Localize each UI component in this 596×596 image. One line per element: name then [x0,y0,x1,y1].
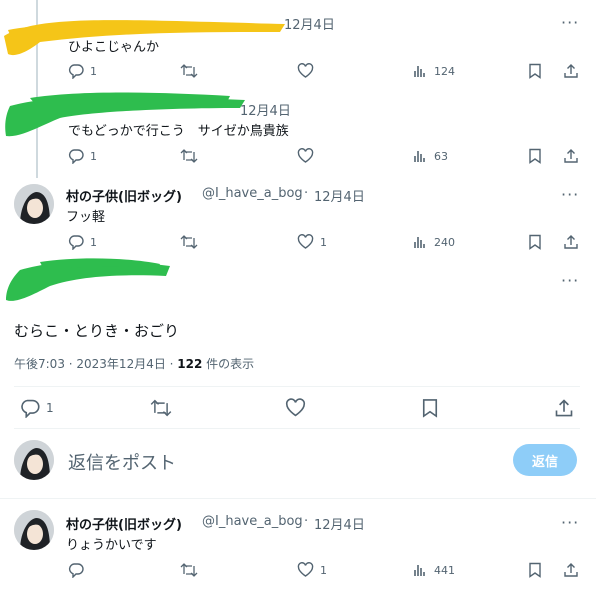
more-options-icon[interactable]: ··· [561,15,579,31]
like-count: 1 [320,235,327,249]
tweet-date[interactable]: 12月4日 [240,100,291,119]
redaction-scribble-green [6,258,170,301]
heart-icon [297,234,314,249]
repost-action[interactable] [180,234,198,250]
reply-icon [68,64,84,79]
avatar-image [14,440,54,480]
avatar[interactable] [14,440,54,480]
like-count: 1 [320,563,327,577]
tweet-text: りょうかいです [66,538,157,553]
bookmark-icon[interactable] [527,234,543,250]
reply-icon [68,563,84,578]
timestamp[interactable]: 午後7:03 · 2023年12月4日 · [14,357,177,371]
tweet-text: ひよこじゃんか [68,40,160,55]
repost-icon [180,64,198,78]
main-tweet-meta: 午後7:03 · 2023年12月4日 · 122 件の表示 [14,355,254,372]
views-action[interactable]: 124 [412,63,455,79]
bookmark-icon[interactable] [527,148,543,164]
more-options-icon[interactable]: ··· [561,515,579,531]
reply-count: 1 [90,64,97,78]
bookmark-icon[interactable] [527,63,543,79]
reply-icon [21,399,40,418]
view-count: 124 [434,64,455,78]
reply-action[interactable]: 1 [68,63,97,79]
divider [14,428,580,429]
share-icon[interactable] [563,63,579,79]
like-action[interactable] [297,148,314,164]
like-action[interactable] [297,63,314,79]
reply-action[interactable] [68,562,84,578]
tweet-text: でもどっかで行こう サイゼか鳥貴族 [68,124,289,139]
views-icon [414,66,425,77]
view-count: 441 [434,563,455,577]
share-icon[interactable] [563,234,579,250]
avatar-image [14,510,54,550]
like-action[interactable]: 1 [297,234,327,250]
avatar[interactable] [14,184,54,224]
display-name[interactable]: 村の子供(旧ボッグ) [66,514,182,533]
repost-action[interactable] [180,562,198,578]
avatar-image [14,184,54,224]
views-icon [414,565,425,576]
divider [14,386,580,387]
views-action[interactable]: 63 [412,148,448,164]
views-action[interactable]: 441 [412,562,455,578]
views-icon [414,151,425,162]
reply-action[interactable]: 1 [68,148,97,164]
like-action[interactable]: 1 [297,562,327,578]
share-icon[interactable] [563,562,579,578]
tweet-date[interactable]: 12月4日 [284,14,335,33]
user-handle[interactable]: @I_have_a_bog [202,514,303,529]
share-icon[interactable] [563,148,579,164]
views-label: 件の表示 [202,357,255,371]
bookmark-icon[interactable] [527,562,543,578]
more-options-icon[interactable]: ··· [561,273,579,289]
reply-input[interactable]: 返信をポスト [68,449,176,475]
user-handle[interactable]: @I_have_a_bog [202,186,303,201]
reply-icon [68,235,84,250]
main-tweet-text: むらこ・とりき・おごり [14,322,180,340]
reply-icon [68,149,84,164]
view-count: 240 [434,235,455,249]
repost-action[interactable] [180,148,198,164]
bookmark-icon[interactable] [420,398,440,418]
separator: · [304,514,309,529]
more-options-icon[interactable]: ··· [561,187,579,203]
share-icon[interactable] [554,398,574,418]
views-count: 122 [177,357,203,371]
reply-count: 1 [46,401,54,415]
avatar[interactable] [14,510,54,550]
reply-button[interactable]: 返信 [513,444,577,476]
tweet-date[interactable]: 12月4日 [314,514,365,533]
views-action[interactable]: 240 [412,234,455,250]
heart-icon [297,63,314,78]
view-count: 63 [434,149,448,163]
tweet-text: フッ軽 [66,210,106,225]
reply-action[interactable]: 1 [68,234,97,250]
separator: · [304,186,309,201]
repost-icon[interactable] [150,398,172,418]
repost-icon [180,149,198,163]
repost-icon [180,563,198,577]
views-icon [414,237,425,248]
heart-icon [297,562,314,577]
heart-icon[interactable] [285,398,306,418]
heart-icon [297,148,314,163]
reply-action[interactable]: 1 [20,398,54,418]
divider [0,498,596,499]
repost-icon [180,235,198,249]
reply-count: 1 [90,149,97,163]
display-name[interactable]: 村の子供(旧ボッグ) [66,186,182,205]
tweet-date[interactable]: 12月4日 [314,186,365,205]
reply-count: 1 [90,235,97,249]
repost-action[interactable] [180,63,198,79]
